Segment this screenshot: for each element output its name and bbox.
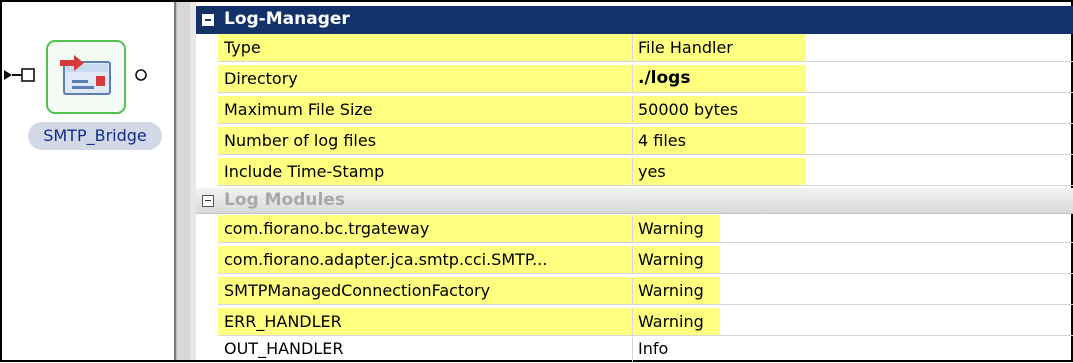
column-separator — [632, 127, 633, 154]
property-value[interactable]: yes — [638, 158, 998, 185]
property-name: OUT_HANDLER — [224, 339, 344, 358]
column-separator — [632, 65, 633, 92]
column-separator — [632, 277, 633, 304]
property-name: Type — [224, 38, 261, 57]
column-separator — [632, 246, 633, 273]
input-port-icon[interactable] — [2, 64, 42, 86]
property-row-module[interactable]: com.fiorano.bc.trgateway Warning — [218, 215, 1073, 243]
property-name: com.fiorano.adapter.jca.smtp.cci.SMTP... — [224, 250, 548, 269]
property-value[interactable]: Warning — [638, 308, 998, 335]
flow-canvas[interactable]: SMTP_Bridge — [2, 2, 174, 360]
collapse-icon[interactable] — [202, 195, 214, 207]
section-title: Log-Manager — [224, 9, 350, 29]
property-row-type[interactable]: Type File Handler — [218, 34, 1073, 62]
property-row-module[interactable]: OUT_HANDLER Info — [218, 335, 1073, 363]
column-separator — [632, 215, 633, 242]
smtp-bridge-icon — [60, 55, 111, 95]
property-row-module[interactable]: ERR_HANDLER Warning — [218, 308, 1073, 336]
window-frame: SMTP_Bridge Log-Manager Type File Handle… — [0, 0, 1073, 362]
property-row-module[interactable]: SMTPManagedConnectionFactory Warning — [218, 277, 1073, 305]
property-name: Number of log files — [224, 131, 377, 150]
property-row-max-file-size[interactable]: Maximum File Size 50000 bytes — [218, 96, 1073, 124]
property-name: SMTPManagedConnectionFactory — [224, 281, 491, 300]
property-name: ERR_HANDLER — [224, 312, 342, 331]
section-title: Log Modules — [224, 190, 345, 210]
property-name: Directory — [224, 69, 298, 88]
property-value[interactable]: Warning — [638, 215, 998, 242]
property-value[interactable]: 4 files — [638, 127, 998, 154]
section-header-log-manager[interactable]: Log-Manager — [196, 6, 1073, 34]
property-row-module[interactable]: com.fiorano.adapter.jca.smtp.cci.SMTP...… — [218, 246, 1073, 274]
property-name: com.fiorano.bc.trgateway — [224, 219, 430, 238]
property-row-include-timestamp[interactable]: Include Time-Stamp yes — [218, 158, 1073, 186]
property-sheet: Log-Manager Type File Handler Directory … — [196, 2, 1073, 363]
smtp-bridge-component[interactable] — [46, 40, 126, 114]
column-separator — [632, 96, 633, 123]
property-value[interactable]: 50000 bytes — [638, 96, 998, 123]
property-value[interactable]: ./logs — [638, 65, 998, 92]
column-separator — [632, 34, 633, 61]
property-value[interactable]: Warning — [638, 246, 998, 273]
property-value[interactable]: File Handler — [638, 34, 998, 61]
column-separator — [632, 158, 633, 185]
column-separator — [632, 308, 633, 335]
output-port-icon[interactable] — [132, 66, 150, 84]
column-separator — [632, 335, 633, 362]
property-name: Include Time-Stamp — [224, 162, 385, 181]
component-label[interactable]: SMTP_Bridge — [28, 122, 162, 150]
property-row-num-log-files[interactable]: Number of log files 4 files — [218, 127, 1073, 155]
property-row-directory[interactable]: Directory ./logs — [218, 65, 1073, 93]
property-value[interactable]: Warning — [638, 277, 998, 304]
property-value[interactable]: Info — [638, 335, 998, 362]
section-header-log-modules[interactable]: Log Modules — [196, 188, 1073, 214]
property-name: Maximum File Size — [224, 100, 373, 119]
collapse-icon[interactable] — [202, 14, 214, 26]
